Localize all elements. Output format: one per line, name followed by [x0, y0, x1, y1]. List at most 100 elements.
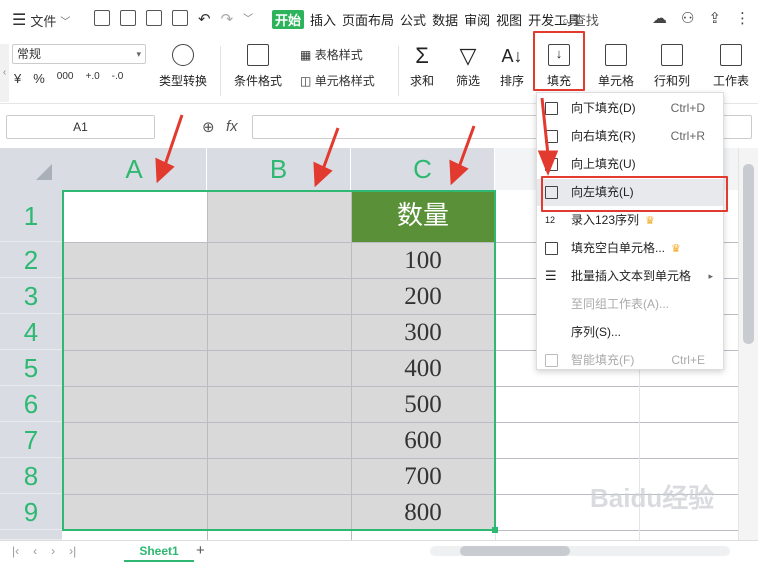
menu-item-shortcut: Ctrl+D	[670, 101, 705, 115]
row-header-10[interactable]	[0, 530, 62, 540]
watermark-logo: Baidu经验	[590, 483, 715, 513]
quick-access-toolbar: ↶ ↷ ﹀	[94, 10, 253, 28]
number-format-select[interactable]: 常规 ▾	[12, 44, 146, 64]
print-icon[interactable]	[146, 10, 162, 26]
menu-item-fill-down[interactable]: 向下填充(D) Ctrl+D	[537, 95, 723, 122]
ribbon-scroll-left[interactable]: ‹	[0, 44, 9, 102]
type-convert-button[interactable]: 类型转换	[152, 44, 214, 89]
last-sheet-icon[interactable]: ›|	[69, 544, 76, 558]
column-header-a[interactable]: A	[62, 148, 207, 190]
corner-triangle-icon	[36, 164, 52, 180]
column-header-c[interactable]: C	[351, 148, 495, 190]
menu-item-label: 填充空白单元格...	[571, 241, 666, 255]
column-header-b[interactable]: B	[207, 148, 351, 190]
row-header-1[interactable]: 1	[0, 190, 62, 242]
number-format-value: 常规	[17, 47, 42, 61]
export-pdf-icon[interactable]	[120, 10, 136, 26]
crown-icon: ♛	[645, 215, 655, 227]
scrollbar-thumb[interactable]	[743, 164, 754, 344]
more-icon[interactable]: ⋮	[735, 9, 750, 27]
row-col-icon	[661, 44, 683, 66]
search-button[interactable]: ⌕ 查找	[562, 10, 599, 29]
sum-button[interactable]: Σ 求和	[404, 44, 440, 89]
sort-icon: A↓	[501, 46, 523, 66]
row-header-9[interactable]: 9	[0, 494, 62, 530]
share-user-icon[interactable]: ⚇	[681, 9, 694, 27]
chevron-down-icon: ▾	[136, 49, 141, 59]
next-sheet-icon[interactable]: ›	[51, 544, 55, 558]
sort-button[interactable]: A↓ 排序	[494, 44, 530, 89]
sheet-tab-sheet1[interactable]: Sheet1	[124, 541, 194, 562]
row-header-7[interactable]: 7	[0, 422, 62, 458]
cloud-icon[interactable]: ☁	[652, 9, 667, 27]
menu-item-smart-fill: 智能填充(F) Ctrl+E	[537, 347, 723, 374]
fill-up-icon	[545, 158, 558, 171]
row-header-6[interactable]: 6	[0, 386, 62, 422]
fill-dropdown-menu: 向下填充(D) Ctrl+D 向右填充(R) Ctrl+R 向上填充(U) 向左…	[536, 92, 724, 370]
menu-item-label: 向右填充(R)	[571, 129, 636, 143]
horizontal-scrollbar[interactable]	[430, 546, 730, 556]
fill-handle[interactable]	[492, 527, 498, 533]
tab-insert[interactable]: 插入	[310, 10, 336, 29]
add-sheet-icon[interactable]: +	[196, 542, 205, 559]
row-header-4[interactable]: 4	[0, 314, 62, 350]
worksheet-label: 工作表	[712, 74, 749, 88]
menu-item-fill-blank[interactable]: 填充空白单元格... ♛	[537, 235, 723, 262]
zoom-formula-icon[interactable]: ⊕	[202, 118, 215, 136]
horizontal-scrollbar-thumb[interactable]	[460, 546, 570, 556]
menu-item-fill-up[interactable]: 向上填充(U)	[537, 151, 723, 178]
chevron-down-icon[interactable]: ﹀	[243, 10, 253, 28]
tab-view[interactable]: 视图	[496, 10, 522, 29]
decrease-decimal-button[interactable]: -.0	[112, 71, 124, 86]
tab-page-layout[interactable]: 页面布局	[342, 10, 394, 29]
currency-button[interactable]: ¥	[14, 71, 21, 86]
save-icon[interactable]	[94, 10, 110, 26]
menu-item-label: 批量插入文本到单元格	[571, 269, 692, 283]
print-preview-icon[interactable]	[172, 10, 188, 26]
row-header-2[interactable]: 2	[0, 242, 62, 278]
fill-down-icon	[545, 102, 558, 115]
tab-data[interactable]: 数据	[432, 10, 458, 29]
conditional-format-icon	[247, 44, 269, 66]
prev-sheet-icon[interactable]: ‹	[33, 544, 37, 558]
menu-item-series[interactable]: 序列(S)...	[537, 319, 723, 346]
worksheet-icon	[720, 44, 742, 66]
number-format-buttons: ¥ % 000 +.0 -.0	[14, 71, 123, 86]
file-menu[interactable]: ☰ 文件 ﹀	[12, 10, 70, 30]
table-style-label: 表格样式	[314, 48, 363, 62]
ribbon-tabs: 开始 插入 页面布局 公式 数据 审阅 视图 开发工具	[272, 10, 580, 29]
row-col-button[interactable]: 行和列	[648, 44, 696, 89]
cell-reference: A1	[73, 120, 88, 134]
thousands-button[interactable]: 000	[57, 71, 74, 86]
menu-item-label: 序列(S)...	[571, 325, 621, 339]
tab-formulas[interactable]: 公式	[400, 10, 426, 29]
undo-icon[interactable]: ↶	[198, 10, 211, 28]
vertical-scrollbar[interactable]	[738, 148, 758, 540]
redo-icon[interactable]: ↷	[221, 10, 234, 28]
hamburger-icon: ☰	[12, 12, 27, 29]
fx-label[interactable]: fx	[226, 118, 238, 135]
tab-review[interactable]: 审阅	[464, 10, 490, 29]
tab-home[interactable]: 开始	[272, 10, 305, 29]
filter-button[interactable]: ▽ 筛选	[450, 44, 486, 89]
row-header-8[interactable]: 8	[0, 458, 62, 494]
row-header-5[interactable]: 5	[0, 350, 62, 386]
upload-icon[interactable]: ⇪	[708, 9, 721, 27]
select-all-corner[interactable]	[0, 148, 62, 190]
crown-icon: ♛	[671, 243, 681, 255]
conditional-format-button[interactable]: 条件格式	[228, 44, 288, 89]
worksheet-button[interactable]: 工作表	[706, 44, 756, 89]
cell-style-button[interactable]: ◫ 单元格样式	[300, 72, 375, 89]
percent-button[interactable]: %	[33, 71, 45, 86]
menu-item-shortcut: Ctrl+R	[670, 129, 705, 143]
table-style-button[interactable]: ▦ 表格样式	[300, 46, 363, 63]
menu-item-batch-insert[interactable]: ☰ 批量插入文本到单元格 ▸	[537, 263, 723, 290]
first-sheet-icon[interactable]: |‹	[12, 544, 19, 558]
menu-item-fill-right[interactable]: 向右填充(R) Ctrl+R	[537, 123, 723, 150]
increase-decimal-button[interactable]: +.0	[85, 71, 99, 86]
name-box[interactable]: A1	[6, 115, 155, 139]
row-header-3[interactable]: 3	[0, 278, 62, 314]
sheet-tab-bar: |‹ ‹ › ›| Sheet1 +	[0, 540, 758, 562]
convert-icon	[172, 44, 194, 66]
cell-button[interactable]: 单元格	[592, 44, 640, 89]
